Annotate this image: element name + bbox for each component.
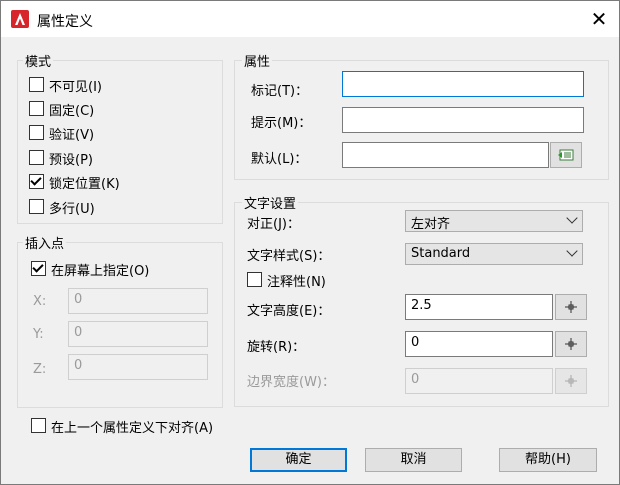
specify-on-screen-label[interactable]: 在屏幕上指定(O) (51, 260, 149, 279)
specify-on-screen-checkbox[interactable] (31, 261, 46, 276)
text-height-input[interactable]: 2.5 (405, 294, 553, 320)
autocad-app-icon (11, 10, 29, 28)
x-input[interactable]: 0 (68, 288, 208, 314)
preset-checkbox[interactable] (29, 150, 44, 165)
align-below-checkbox[interactable] (31, 418, 46, 433)
insert-field-button[interactable] (550, 142, 582, 168)
insertion-point-legend: 插入点 (23, 233, 67, 252)
tag-input[interactable] (342, 71, 584, 97)
align-below-label[interactable]: 在上一个属性定义下对齐(A) (51, 417, 213, 436)
prompt-label: 提示(M)： (251, 116, 312, 131)
attribute-legend: 属性 (242, 51, 273, 70)
lock-position-checkbox[interactable] (29, 174, 44, 189)
justify-label: 对正(J)： (247, 217, 300, 232)
insert-field-icon (558, 149, 574, 161)
text-style-value: Standard (411, 246, 471, 261)
close-icon[interactable]: ✕ (587, 8, 611, 30)
crosshair-pick-icon (565, 338, 577, 350)
chevron-down-icon (566, 245, 578, 257)
multiline-label[interactable]: 多行(U) (49, 198, 95, 217)
z-label: Z: (33, 362, 47, 377)
help-button[interactable]: 帮助(H) (499, 448, 597, 472)
attribute-definition-dialog: 属性定义 ✕ 模式 不可见(I) 固定(C) 验证(V) 预设(P) 锁定位置(… (0, 0, 620, 485)
constant-label[interactable]: 固定(C) (49, 100, 94, 119)
default-label: 默认(L)： (251, 152, 308, 167)
prompt-input[interactable] (342, 107, 584, 133)
text-style-label: 文字样式(S)： (247, 249, 331, 264)
annotative-checkbox[interactable] (247, 272, 262, 287)
crosshair-pick-icon (565, 301, 577, 313)
title-bar: 属性定义 ✕ (1, 1, 619, 37)
verify-checkbox[interactable] (29, 125, 44, 140)
y-input[interactable]: 0 (68, 321, 208, 347)
justify-value: 左对齐 (411, 217, 451, 232)
window-title: 属性定义 (37, 14, 93, 30)
ok-button[interactable]: 确定 (250, 448, 347, 472)
rotation-input[interactable]: 0 (405, 331, 553, 357)
default-input[interactable] (342, 142, 549, 168)
text-height-label: 文字高度(E)： (247, 304, 331, 319)
text-settings-legend: 文字设置 (242, 193, 299, 212)
annotative-label[interactable]: 注释性(N) (267, 271, 326, 290)
pick-height-button[interactable] (555, 294, 587, 320)
mode-group (17, 60, 223, 224)
constant-checkbox[interactable] (29, 101, 44, 116)
boundary-width-input[interactable]: 0 (405, 368, 553, 394)
x-label: X: (33, 294, 47, 309)
z-input[interactable]: 0 (68, 354, 208, 380)
rotation-label: 旋转(R)： (247, 340, 306, 355)
multiline-checkbox[interactable] (29, 199, 44, 214)
justify-select[interactable]: 左对齐 (405, 210, 583, 232)
invisible-checkbox[interactable] (29, 77, 44, 92)
preset-label[interactable]: 预设(P) (49, 149, 93, 168)
pick-boundary-button[interactable] (555, 368, 587, 394)
lock-position-label[interactable]: 锁定位置(K) (49, 173, 120, 192)
crosshair-pick-icon (565, 375, 577, 387)
pick-rotation-button[interactable] (555, 331, 587, 357)
chevron-down-icon (566, 212, 578, 224)
boundary-width-label: 边界宽度(W)： (247, 375, 335, 390)
verify-label[interactable]: 验证(V) (49, 124, 94, 143)
invisible-label[interactable]: 不可见(I) (49, 76, 102, 95)
y-label: Y: (33, 327, 44, 342)
cancel-button[interactable]: 取消 (365, 448, 462, 472)
tag-label: 标记(T)： (251, 84, 309, 99)
text-style-select[interactable]: Standard (405, 243, 583, 265)
mode-legend: 模式 (23, 51, 54, 70)
